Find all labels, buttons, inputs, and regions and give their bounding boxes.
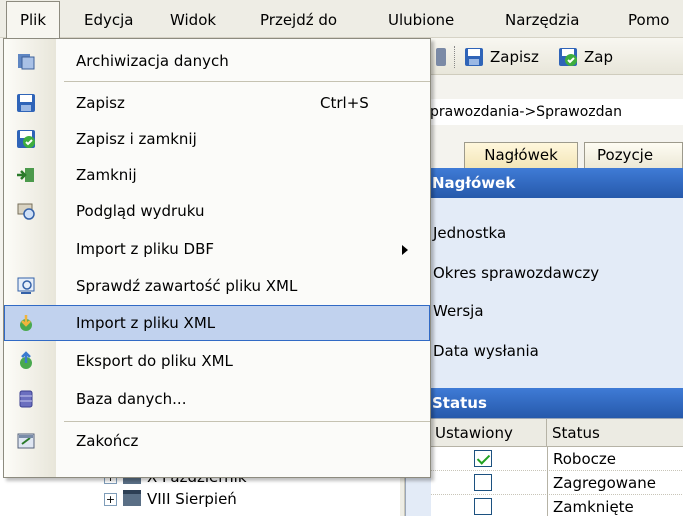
menu-edycja[interactable]: Edycja (84, 9, 133, 31)
import-xml-icon (20, 315, 32, 331)
menu-item-label: Sprawdź zawartość pliku XML (76, 277, 298, 295)
file-menu-dropdown: Archiwizacja danych Zapisz Ctrl+S Zapisz… (3, 38, 431, 478)
status-row[interactable]: Robocze (431, 447, 683, 471)
status-name: Zamknięte (547, 495, 634, 516)
print-preview-icon (17, 203, 35, 220)
menu-item-label: Zapisz i zamknij (76, 130, 197, 148)
save-icon (465, 48, 483, 66)
tree-item-label: VIII Sierpień (147, 490, 237, 508)
menu-item-podglad-wydruku[interactable]: Podgląd wydruku (4, 193, 430, 229)
column-header-ustawiony[interactable]: Ustawiony (411, 419, 547, 447)
tree-item-sierpien[interactable]: + VIII Sierpień (104, 488, 237, 510)
menu-item-zapisz-i-zamknij[interactable]: Zapisz i zamknij (4, 121, 430, 157)
column-header-status[interactable]: Status (547, 419, 683, 447)
menu-item-import-xml[interactable]: Import z pliku XML (4, 305, 430, 341)
database-icon (19, 390, 33, 408)
menu-item-zapisz[interactable]: Zapisz Ctrl+S (4, 85, 430, 121)
field-wersja: Wersja (433, 302, 484, 320)
menu-plik[interactable]: Plik (6, 1, 60, 38)
toolbar-save-close-button[interactable]: Zap (558, 46, 613, 68)
menu-item-zakoncz[interactable]: Zakończ (4, 423, 430, 459)
status-name: Zagregowane (547, 471, 656, 495)
menu-item-archiwizacja[interactable]: Archiwizacja danych (4, 43, 430, 79)
status-grid: Ustawiony Status Robocze Zagregowane Zam… (431, 418, 683, 516)
menu-item-shortcut: Ctrl+S (320, 94, 369, 112)
menu-narzedzia[interactable]: Narzędzia (505, 9, 579, 31)
field-okres-sprawozdawczy: Okres sprawozdawczy (433, 264, 600, 282)
save-close-icon (559, 48, 577, 66)
toolbar-save-button[interactable]: Zapisz (464, 46, 539, 68)
status-checkbox[interactable] (474, 450, 492, 467)
submenu-arrow-icon (402, 245, 408, 255)
menu-item-label: Zapisz (76, 94, 125, 112)
tab-strip: Nagłówek Pozycje (430, 138, 683, 168)
exit-icon (17, 433, 35, 449)
breadcrumb: prawozdania->Sprawozdan (430, 99, 683, 125)
menu-item-label: Import z pliku XML (76, 314, 216, 332)
status-name: Robocze (547, 447, 616, 471)
menu-item-zamknij[interactable]: Zamknij (4, 157, 430, 193)
status-grid-header: Ustawiony Status (431, 419, 683, 447)
menu-item-label: Zakończ (76, 432, 139, 450)
menu-item-label: Zamknij (76, 166, 137, 184)
toolbar-save-close-label: Zap (584, 48, 613, 66)
save-icon (17, 94, 35, 112)
save-close-icon (17, 130, 35, 148)
status-checkbox[interactable] (474, 474, 492, 491)
toolbar-dropdown-icon[interactable] (436, 48, 446, 66)
menu-item-eksport-xml[interactable]: Eksport do pliku XML (4, 343, 430, 379)
menu-przejdz-do[interactable]: Przejdź do (260, 9, 337, 31)
menu-separator (64, 421, 430, 422)
export-xml-icon (20, 351, 32, 369)
menu-item-label: Eksport do pliku XML (76, 352, 233, 370)
tab-pozycje[interactable]: Pozycje (584, 142, 683, 168)
toolbar-save-label: Zapisz (490, 48, 539, 66)
check-xml-icon (17, 277, 35, 294)
menu-item-label: Import z pliku DBF (76, 240, 215, 258)
toolbar: Zapisz Zap (430, 38, 683, 75)
status-row[interactable]: Zamknięte (431, 495, 683, 516)
menu-item-label: Archiwizacja danych (76, 52, 229, 70)
field-data-wyslania: Data wysłania (433, 342, 539, 360)
calendar-icon (123, 490, 141, 506)
menu-ulubione[interactable]: Ulubione (388, 9, 454, 31)
menu-widok[interactable]: Widok (170, 9, 216, 31)
status-row[interactable]: Zagregowane (431, 471, 683, 495)
status-checkbox[interactable] (474, 498, 492, 515)
close-icon (17, 168, 34, 182)
header-section-title: Nagłówek (406, 168, 683, 198)
field-jednostka: Jednostka (433, 224, 507, 242)
menu-separator (64, 81, 430, 82)
status-section-title: Status (406, 388, 683, 418)
menu-item-baza-danych[interactable]: Baza danych... (4, 381, 430, 417)
menu-item-label: Podgląd wydruku (76, 202, 205, 220)
details-panel: Nagłówek Jednostka Okres sprawozdawczy W… (405, 168, 683, 516)
menu-item-import-dbf[interactable]: Import z pliku DBF (4, 231, 430, 267)
archive-icon (18, 54, 35, 70)
expand-icon[interactable]: + (104, 493, 117, 506)
tab-naglowek[interactable]: Nagłówek (464, 142, 578, 168)
menu-bar: Plik Edycja Widok Przejdź do Ulubione Na… (0, 0, 683, 38)
menu-item-label: Baza danych... (76, 390, 187, 408)
menu-pomoc[interactable]: Pomo (628, 9, 669, 31)
toolbar-separator (454, 46, 457, 68)
menu-item-sprawdz-xml[interactable]: Sprawdź zawartość pliku XML (4, 268, 430, 304)
